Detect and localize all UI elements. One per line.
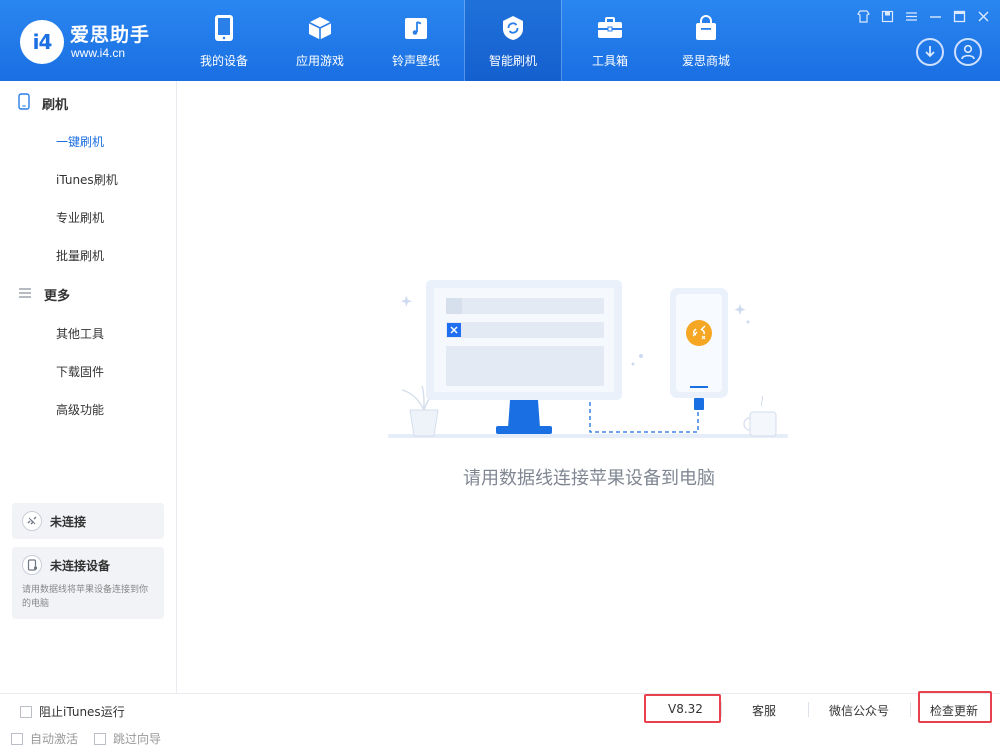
sidebar-section-flash[interactable]: 刷机: [18, 93, 68, 114]
sidebar-item-other-tools[interactable]: 其他工具: [56, 325, 104, 342]
list-icon: [18, 287, 32, 303]
divider: [910, 702, 911, 717]
sidebar: 刷机 一键刷机 iTunes刷机 专业刷机 批量刷机 更多 其他工具 下载固件 …: [0, 81, 177, 746]
checkbox-box: [20, 705, 32, 718]
cube-icon: [306, 14, 334, 42]
sidebar-item-pro-flash[interactable]: 专业刷机: [56, 209, 104, 226]
check-update-button[interactable]: 检查更新: [930, 702, 978, 719]
music-folder-icon: [402, 14, 430, 42]
skip-guide-checkbox[interactable]: 跳过向导: [94, 730, 161, 747]
header-actions: [916, 38, 982, 66]
tab-label: 工具箱: [591, 54, 628, 68]
tab-ringtones-wallpapers[interactable]: 铃声壁纸: [368, 0, 464, 81]
checkbox-box: [11, 732, 23, 745]
device-status-card: 未连接设备 请用数据线将苹果设备连接到你的电脑: [12, 547, 164, 619]
checkbox-label: 跳过向导: [113, 732, 162, 746]
support-link[interactable]: 客服: [752, 702, 776, 719]
auto-activate-checkbox[interactable]: 自动激活: [11, 730, 78, 747]
title-bar: i4 爱思助手 www.i4.cn 我的设备 应用游戏 铃声壁纸 智能刷机 工具…: [0, 0, 1000, 81]
tab-my-device[interactable]: 我的设备: [176, 0, 272, 81]
minimize-icon[interactable]: [928, 10, 942, 24]
brand-url: www.i4.cn: [71, 46, 126, 60]
tab-label: 爱思商城: [681, 54, 730, 68]
connect-hint: 请用数据线连接苹果设备到电脑: [463, 468, 715, 489]
app-logo: i4: [20, 20, 64, 64]
toolbox-icon: [596, 14, 624, 42]
divider: [808, 702, 809, 717]
user-icon[interactable]: [954, 38, 982, 66]
sidebar-section-more[interactable]: 更多: [18, 285, 70, 304]
shopping-bag-icon: [692, 14, 720, 42]
device-icon: [22, 555, 42, 575]
window-controls: [856, 10, 990, 24]
connection-status-text: 未连接: [50, 514, 87, 529]
connect-device-illustration: [388, 280, 788, 438]
unlink-icon: [22, 511, 42, 531]
section-title: 更多: [44, 289, 71, 304]
sidebar-item-batch-flash[interactable]: 批量刷机: [56, 247, 104, 264]
skin-icon[interactable]: [856, 10, 870, 24]
device-status-desc: 请用数据线将苹果设备连接到你的电脑: [22, 585, 149, 609]
checkbox-label: 阻止iTunes运行: [39, 705, 125, 719]
sidebar-item-one-click-flash[interactable]: 一键刷机: [56, 133, 104, 150]
tab-apps-games[interactable]: 应用游戏: [272, 0, 368, 81]
refresh-shield-icon: [499, 14, 527, 42]
tab-i4-store[interactable]: 爱思商城: [658, 0, 754, 81]
sidebar-item-itunes-flash[interactable]: iTunes刷机: [56, 171, 118, 188]
phone-outline-icon: [18, 93, 30, 114]
section-title: 刷机: [42, 98, 69, 113]
main-panel: 请用数据线连接苹果设备到电脑: [178, 81, 1000, 693]
divider: [721, 702, 722, 717]
checkbox-label: 自动激活: [30, 732, 79, 746]
sidebar-item-download-firmware[interactable]: 下载固件: [56, 363, 104, 380]
feedback-icon[interactable]: [880, 10, 894, 24]
brand-name: 爱思助手: [70, 24, 151, 46]
connection-status-card: 未连接: [12, 503, 164, 539]
tab-smart-flash[interactable]: 智能刷机: [465, 0, 561, 81]
checkbox-box: [94, 732, 106, 745]
logo-mark: i4: [32, 30, 53, 54]
version-label[interactable]: V8.32: [668, 702, 703, 716]
main-nav: 我的设备 应用游戏 铃声壁纸 智能刷机 工具箱 爱思商城: [176, 0, 754, 81]
maximize-icon[interactable]: [952, 10, 966, 24]
tab-label: 应用游戏: [295, 54, 344, 68]
sidebar-item-advanced[interactable]: 高级功能: [56, 401, 104, 418]
tab-label: 智能刷机: [488, 54, 537, 68]
device-status-title: 未连接设备: [50, 558, 111, 573]
close-icon[interactable]: [976, 10, 990, 24]
wechat-link[interactable]: 微信公众号: [829, 702, 889, 719]
menu-icon[interactable]: [904, 10, 918, 24]
phone-icon: [210, 14, 238, 42]
status-bar: 阻止iTunes运行 V8.32 客服 微信公众号 检查更新: [0, 691, 1000, 724]
tab-toolbox[interactable]: 工具箱: [562, 0, 658, 81]
tab-label: 我的设备: [199, 54, 248, 68]
download-icon[interactable]: [916, 38, 944, 66]
block-itunes-checkbox[interactable]: 阻止iTunes运行: [20, 703, 125, 720]
tab-label: 铃声壁纸: [391, 54, 440, 68]
